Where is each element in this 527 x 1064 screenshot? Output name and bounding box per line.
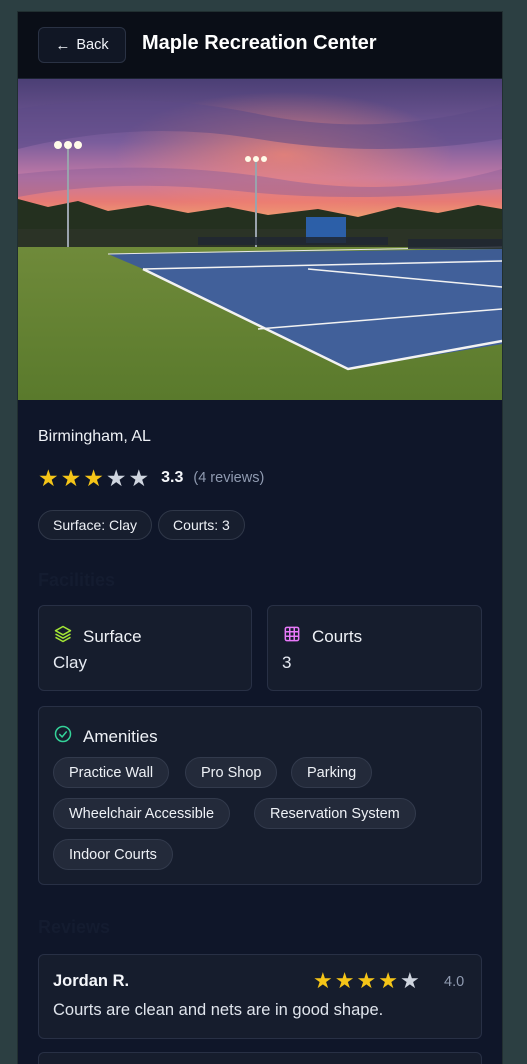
amenities-title: Amenities bbox=[53, 724, 158, 749]
review-stars: ★ ★ ★ ★ ★ bbox=[313, 970, 420, 992]
surface-card: Surface Clay bbox=[38, 605, 252, 691]
facilities-heading: Facilities bbox=[38, 570, 116, 590]
amenity-tag: Pro Shop bbox=[185, 757, 278, 788]
rating-value: 3.3 bbox=[161, 469, 184, 486]
star-icon: ★ bbox=[83, 465, 104, 491]
amenities-label: Amenities bbox=[83, 726, 158, 746]
grid-icon bbox=[282, 624, 302, 649]
courts-card: Courts 3 bbox=[267, 605, 482, 691]
star-icon: ★ bbox=[313, 968, 333, 993]
rating-stars: ★ ★ ★ ★ ★ bbox=[38, 466, 149, 490]
courts-card-title: Courts bbox=[282, 624, 362, 649]
reviewer-name: Jordan R. bbox=[53, 972, 130, 990]
layers-icon bbox=[53, 624, 73, 649]
tag-list: Surface: Clay Courts: 3 bbox=[38, 510, 245, 540]
tag-surface: Surface: Clay bbox=[38, 510, 153, 540]
tag-courts: Courts: 3 bbox=[158, 510, 245, 540]
surface-label: Surface bbox=[83, 626, 142, 646]
location: Birmingham, AL bbox=[38, 428, 151, 445]
star-icon: ★ bbox=[60, 465, 82, 491]
amenity-tag: Reservation System bbox=[254, 798, 416, 829]
rating-summary: ★ ★ ★ ★ ★ 3.3 (4 reviews) bbox=[38, 466, 264, 490]
arrow-left-icon: ← bbox=[55, 36, 71, 54]
star-icon: ★ bbox=[105, 465, 127, 491]
amenity-tag: Indoor Courts bbox=[53, 839, 173, 870]
back-button[interactable]: ← Back bbox=[38, 27, 126, 63]
courts-label: Courts bbox=[312, 626, 363, 646]
star-icon: ★ bbox=[38, 465, 59, 491]
page-title: Maple Recreation Center bbox=[142, 32, 377, 54]
star-icon: ★ bbox=[334, 968, 355, 993]
review-card bbox=[38, 1052, 482, 1064]
amenity-tag: Wheelchair Accessible bbox=[53, 798, 231, 829]
review-card: Jordan R. ★ ★ ★ ★ ★ 4.0 Courts are clean… bbox=[38, 954, 482, 1039]
amenities-card: Amenities Practice Wall Pro Shop Parking… bbox=[38, 706, 482, 885]
star-icon: ★ bbox=[399, 968, 420, 993]
amenity-tag: Practice Wall bbox=[53, 757, 170, 788]
review-text: Courts are clean and nets are in good sh… bbox=[53, 1001, 384, 1019]
star-icon: ★ bbox=[356, 968, 377, 993]
court-detail-panel: ← Back Maple Recreation Center Birmingha… bbox=[18, 12, 502, 1064]
top-bar: ← Back Maple Recreation Center bbox=[18, 12, 502, 79]
check-circle-icon bbox=[53, 724, 73, 749]
courts-value: 3 bbox=[282, 653, 292, 672]
amenity-tag: Parking bbox=[291, 757, 373, 788]
reviews-heading: Reviews bbox=[38, 917, 111, 937]
star-icon: ★ bbox=[378, 968, 398, 993]
star-icon: ★ bbox=[128, 465, 150, 491]
review-count: (4 reviews) bbox=[193, 470, 265, 486]
surface-value: Clay bbox=[53, 653, 88, 672]
back-label: Back bbox=[76, 37, 109, 53]
court-photo bbox=[18, 79, 502, 400]
surface-card-title: Surface bbox=[53, 624, 142, 649]
review-score: 4.0 bbox=[444, 974, 465, 990]
